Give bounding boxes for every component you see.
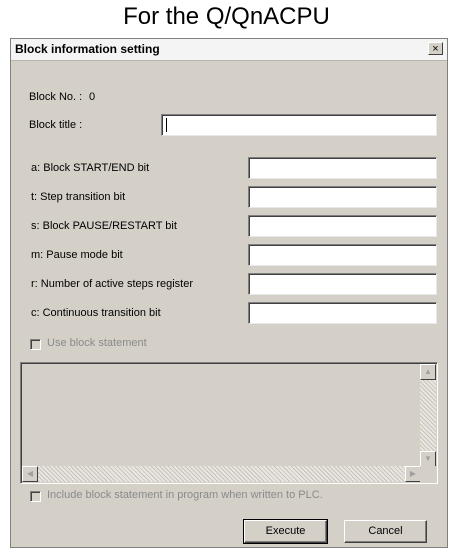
field-input-continuous-transition[interactable] — [248, 302, 437, 324]
field-label-active-steps-register: r: Number of active steps register — [31, 278, 194, 290]
dialog-title: Block information setting — [15, 42, 160, 56]
field-input-active-steps-register[interactable] — [248, 273, 437, 295]
horizontal-scrollbar[interactable]: ◀ ▶ — [22, 466, 421, 482]
scroll-up-icon[interactable]: ▲ — [420, 364, 436, 380]
scroll-down-icon[interactable]: ▼ — [420, 451, 436, 467]
cancel-button[interactable]: Cancel — [344, 520, 427, 543]
block-no-value: 0 — [89, 91, 96, 103]
include-block-statement-checkbox[interactable] — [30, 491, 41, 502]
text-caret — [166, 118, 167, 132]
field-input-step-transition[interactable] — [248, 186, 437, 208]
scroll-left-icon[interactable]: ◀ — [22, 466, 38, 482]
field-label-block-pause-restart: s: Block PAUSE/RESTART bit — [31, 220, 177, 232]
field-input-block-start-end[interactable] — [248, 157, 437, 179]
title-bar[interactable]: Block information setting × — [11, 39, 447, 61]
page-caption: For the Q/QnACPU — [123, 3, 330, 30]
include-block-statement-label: Include block statement in program when … — [47, 489, 323, 501]
field-input-pause-mode[interactable] — [248, 244, 437, 266]
close-button[interactable]: × — [428, 42, 443, 55]
field-label-pause-mode: m: Pause mode bit — [31, 249, 123, 261]
block-no-label: Block No. : — [29, 91, 83, 103]
vertical-scrollbar[interactable]: ▲ ▼ — [420, 364, 436, 467]
block-information-dialog: Block information setting × Block No. : … — [10, 38, 448, 548]
scroll-right-icon[interactable]: ▶ — [405, 466, 421, 482]
field-label-step-transition: t: Step transition bit — [31, 191, 126, 203]
field-label-continuous-transition: c: Continuous transition bit — [31, 307, 161, 319]
block-title-input[interactable] — [161, 114, 437, 136]
use-block-statement-label: Use block statement — [47, 337, 147, 349]
field-label-block-start-end: a: Block START/END bit — [31, 162, 150, 174]
block-statement-textarea[interactable]: ▲ ▼ ◀ ▶ — [20, 362, 438, 484]
scrollbar-corner — [420, 466, 436, 482]
execute-button[interactable]: Execute — [243, 519, 328, 544]
block-title-label: Block title : — [29, 119, 83, 131]
field-input-block-pause-restart[interactable] — [248, 215, 437, 237]
use-block-statement-checkbox[interactable] — [30, 339, 41, 350]
